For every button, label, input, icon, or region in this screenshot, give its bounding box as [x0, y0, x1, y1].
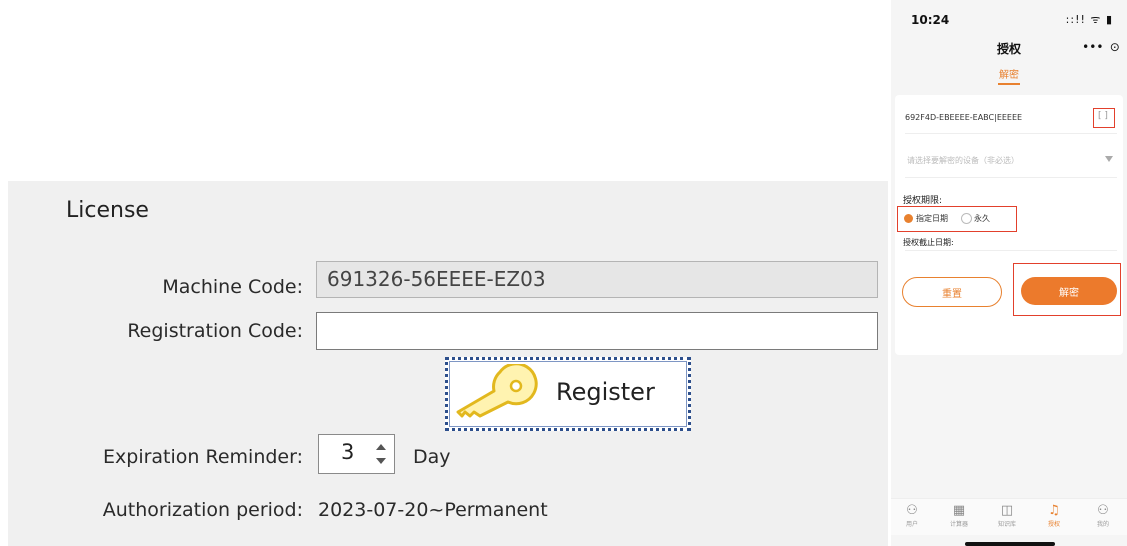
radio-specified-label: 指定日期 [916, 214, 948, 223]
authorization-period-value: 2023-07-20~Permanent [318, 499, 548, 521]
tab-indicator [998, 83, 1020, 85]
device-id-field[interactable]: 692F4D-EBEEEE-EABC|EEEEE [905, 113, 1022, 122]
license-title: License [66, 198, 149, 223]
expiration-reminder-value[interactable]: 3 [341, 440, 354, 464]
user-icon: ⚇ [906, 503, 918, 518]
calculator-icon: ▦ [952, 503, 966, 518]
reset-button[interactable]: 重置 [902, 277, 1002, 307]
bell-icon: ♫ [1048, 503, 1060, 518]
decrypt-form: 692F4D-EBEEEE-EABC|EEEEE [ ] 请选择要解密的设备（非… [895, 95, 1123, 355]
tab-authorize[interactable]: ♫ 授权 [1034, 503, 1074, 528]
status-bar: 10:24 ::!! ᯤ ▮ [891, 0, 1127, 34]
expiration-reminder-label: Expiration Reminder: [103, 446, 303, 468]
key-icon [456, 364, 538, 418]
decrypt-button[interactable]: 解密 [1021, 277, 1117, 305]
tab-knowledge[interactable]: ◫ 知识库 [987, 503, 1027, 528]
tab-mine[interactable]: ⚇ 我的 [1083, 503, 1123, 528]
book-icon: ◫ [1000, 503, 1014, 518]
expiration-reminder-unit: Day [413, 446, 451, 468]
authorization-period-label: Authorization period: [102, 499, 303, 521]
radio-permanent-label: 永久 [974, 214, 990, 223]
divider [905, 133, 1117, 134]
expiration-reminder-stepper[interactable]: 3 [318, 434, 395, 474]
radio-permanent[interactable] [961, 213, 972, 224]
register-label: Register [556, 378, 655, 406]
status-time: 10:24 [911, 13, 950, 27]
machine-code-field[interactable]: 691326-56EEEE-EZ03 [316, 261, 878, 298]
profile-icon: ⚇ [1097, 503, 1109, 518]
divider [905, 250, 1117, 251]
tab-calculator[interactable]: ▦ 计算器 [939, 503, 979, 528]
miniprogram-capsule: ••• ⊙ [1079, 37, 1123, 57]
device-select[interactable]: 请选择要解密的设备（非必选） [907, 155, 1019, 166]
deadline-label: 授权截止日期: [903, 238, 954, 247]
license-panel: License Machine Code: 691326-56EEEE-EZ03… [8, 181, 888, 546]
close-icon[interactable]: ⊙ [1110, 40, 1120, 54]
tab-decrypt[interactable]: 解密 [891, 66, 1127, 81]
radio-specified-date[interactable] [904, 214, 913, 223]
spin-down-icon[interactable] [376, 458, 386, 464]
chevron-down-icon [1105, 156, 1113, 162]
tab-users[interactable]: ⚇ 用户 [892, 503, 932, 528]
register-button[interactable]: Register [445, 357, 691, 431]
divider [905, 177, 1117, 178]
scan-icon[interactable]: [ ] [1098, 111, 1108, 121]
registration-code-label: Registration Code: [127, 320, 303, 342]
scan-highlight: [ ] [1093, 108, 1115, 128]
bottom-tab-bar: ⚇ 用户 ▦ 计算器 ◫ 知识库 ♫ 授权 ⚇ 我的 [891, 498, 1127, 535]
machine-code-label: Machine Code: [162, 276, 303, 298]
more-icon[interactable]: ••• [1082, 40, 1103, 54]
signal-battery-icon: ::!! ᯤ ▮ [1065, 13, 1113, 26]
period-highlight: 指定日期 永久 [897, 206, 1017, 232]
phone-screenshot: 10:24 ::!! ᯤ ▮ 授权 ••• ⊙ 解密 692F4D-EBEEEE… [891, 0, 1127, 546]
home-indicator [965, 542, 1055, 546]
spin-up-icon[interactable] [376, 444, 386, 450]
period-label: 授权期限: [903, 196, 943, 206]
registration-code-input[interactable] [316, 312, 878, 350]
